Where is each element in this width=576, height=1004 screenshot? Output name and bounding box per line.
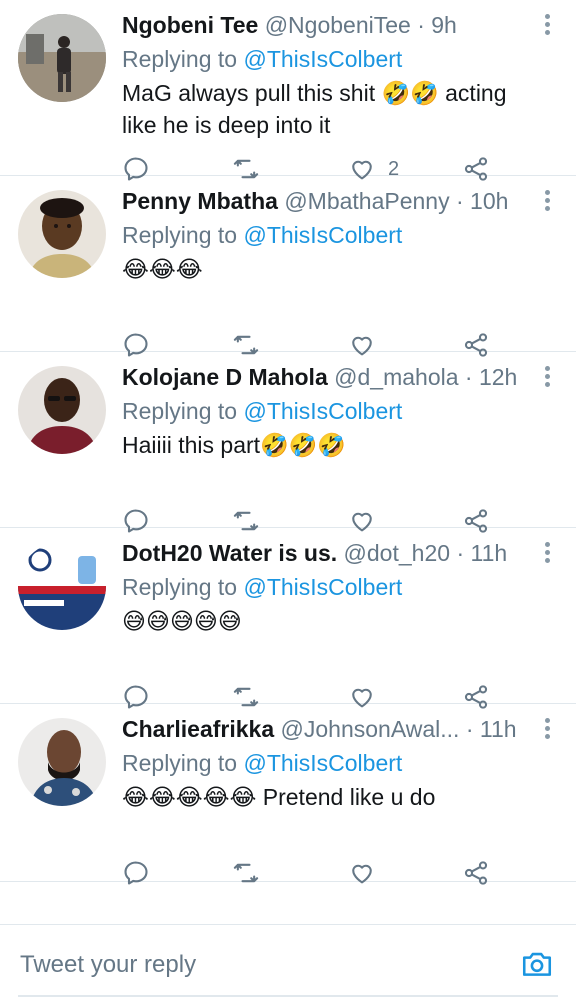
reply-button[interactable] (122, 856, 150, 890)
tweet-content: Charlieafrikka @JohnsonAwal... · 11h Rep… (122, 712, 530, 813)
replying-label: Replying to (122, 574, 238, 600)
tweet-text-line: 😅😅😅😅😅 (122, 608, 242, 634)
camera-icon (522, 952, 552, 976)
display-name[interactable]: Charlieafrikka (122, 716, 274, 742)
like-button[interactable] (348, 856, 376, 890)
replying-to: Replying to @ThisIsColbert (122, 570, 530, 604)
timestamp[interactable]: 11h (480, 716, 517, 742)
replying-label: Replying to (122, 222, 238, 248)
user-handle[interactable]: @NgobeniTee (265, 12, 411, 38)
share-button[interactable] (462, 856, 490, 890)
user-handle[interactable]: @d_mahola (334, 364, 458, 390)
tweet-content: Ngobeni Tee @NgobeniTee · 9h Replying to… (122, 8, 530, 141)
tweet-header: DotH20 Water is us. @dot_h20 · 11h (122, 536, 530, 570)
tweet-text: 😂😂😂 (122, 253, 530, 285)
replying-label: Replying to (122, 398, 238, 424)
separator: · (465, 716, 474, 742)
separator: · (455, 188, 464, 214)
camera-button[interactable] (520, 947, 554, 981)
tweet-content: DotH20 Water is us. @dot_h20 · 11h Reply… (122, 536, 530, 637)
tweet-header: Penny Mbatha @MbathaPenny · 10h (122, 184, 530, 218)
mention-link[interactable]: @ThisIsColbert (243, 46, 402, 72)
mention-link[interactable]: @ThisIsColbert (243, 750, 402, 776)
replying-to: Replying to @ThisIsColbert (122, 394, 530, 428)
more-vertical-icon[interactable] (542, 190, 552, 214)
tweet-text-line: 😂😂😂 (122, 256, 203, 282)
tweet-header: Charlieafrikka @JohnsonAwal... · 11h (122, 712, 530, 746)
mention-link[interactable]: @ThisIsColbert (243, 574, 402, 600)
avatar[interactable] (18, 14, 106, 102)
more-vertical-icon[interactable] (542, 366, 552, 390)
tweet-text-line: 😂😂😂😂😂 Pretend like u do (122, 784, 436, 810)
tweet-reply[interactable]: DotH20 Water is us. @dot_h20 · 11h Reply… (0, 528, 576, 709)
tweet-text-line: Haiiii this part🤣🤣🤣 (122, 432, 346, 458)
avatar[interactable] (18, 190, 106, 278)
tweet-text: Haiiii this part🤣🤣🤣 (122, 429, 530, 461)
reply-feed: Ngobeni Tee @NgobeniTee · 9h Replying to… (0, 0, 576, 885)
display-name[interactable]: Kolojane D Mahola (122, 364, 328, 390)
user-handle[interactable]: @JohnsonAwal... (281, 716, 460, 742)
display-name[interactable]: Penny Mbatha (122, 188, 278, 214)
timestamp[interactable]: 9h (431, 12, 457, 38)
tweet-text-line: MaG always pull this shit 🤣🤣 acting (122, 80, 507, 106)
display-name[interactable]: DotH20 Water is us. (122, 540, 337, 566)
tweet-content: Kolojane D Mahola @d_mahola · 12h Replyi… (122, 360, 530, 461)
timestamp[interactable]: 10h (470, 188, 508, 214)
replying-to: Replying to @ThisIsColbert (122, 218, 530, 252)
reply-input-underline (18, 995, 558, 997)
mention-link[interactable]: @ThisIsColbert (243, 398, 402, 424)
retweet-icon (233, 863, 259, 883)
heart-icon (352, 864, 372, 884)
mention-link[interactable]: @ThisIsColbert (243, 222, 402, 248)
timestamp[interactable]: 11h (471, 540, 508, 566)
tweet-reply[interactable]: Ngobeni Tee @NgobeniTee · 9h Replying to… (0, 0, 576, 181)
tweet-header: Kolojane D Mahola @d_mahola · 12h (122, 360, 530, 394)
tweet-content: Penny Mbatha @MbathaPenny · 10h Replying… (122, 184, 530, 285)
tweet-text: 😅😅😅😅😅 (122, 605, 530, 637)
more-vertical-icon[interactable] (542, 14, 552, 38)
share-icon (464, 861, 488, 885)
timestamp[interactable]: 12h (479, 364, 517, 390)
tweet-reply[interactable]: Kolojane D Mahola @d_mahola · 12h Replyi… (0, 352, 576, 533)
reply-input[interactable]: Tweet your reply (20, 951, 196, 979)
tweet-text: MaG always pull this shit 🤣🤣 acting like… (122, 77, 530, 141)
more-vertical-icon[interactable] (542, 542, 552, 566)
tweet-reply[interactable]: Penny Mbatha @MbathaPenny · 10h Replying… (0, 176, 576, 357)
separator: · (464, 364, 473, 390)
retweet-button[interactable] (232, 856, 260, 890)
tweet-text-line: like he is deep into it (122, 112, 331, 138)
separator: · (417, 12, 425, 38)
avatar[interactable] (18, 542, 106, 630)
tweet-actions (122, 856, 496, 890)
tweet-header: Ngobeni Tee @NgobeniTee · 9h (122, 8, 530, 42)
reply-composer: Tweet your reply (0, 924, 576, 1004)
separator: · (456, 540, 465, 566)
replying-label: Replying to (122, 750, 238, 776)
replying-to: Replying to @ThisIsColbert (122, 746, 530, 780)
avatar[interactable] (18, 366, 106, 454)
user-handle[interactable]: @MbathaPenny (284, 188, 449, 214)
reply-icon (124, 861, 148, 885)
tweet-reply[interactable]: Charlieafrikka @JohnsonAwal... · 11h Rep… (0, 704, 576, 885)
display-name[interactable]: Ngobeni Tee (122, 12, 258, 38)
replying-label: Replying to (122, 46, 238, 72)
tweet-text: 😂😂😂😂😂 Pretend like u do (122, 781, 530, 813)
replying-to: Replying to @ThisIsColbert (122, 42, 530, 76)
more-vertical-icon[interactable] (542, 718, 552, 742)
avatar[interactable] (18, 718, 106, 806)
user-handle[interactable]: @dot_h20 (344, 540, 451, 566)
